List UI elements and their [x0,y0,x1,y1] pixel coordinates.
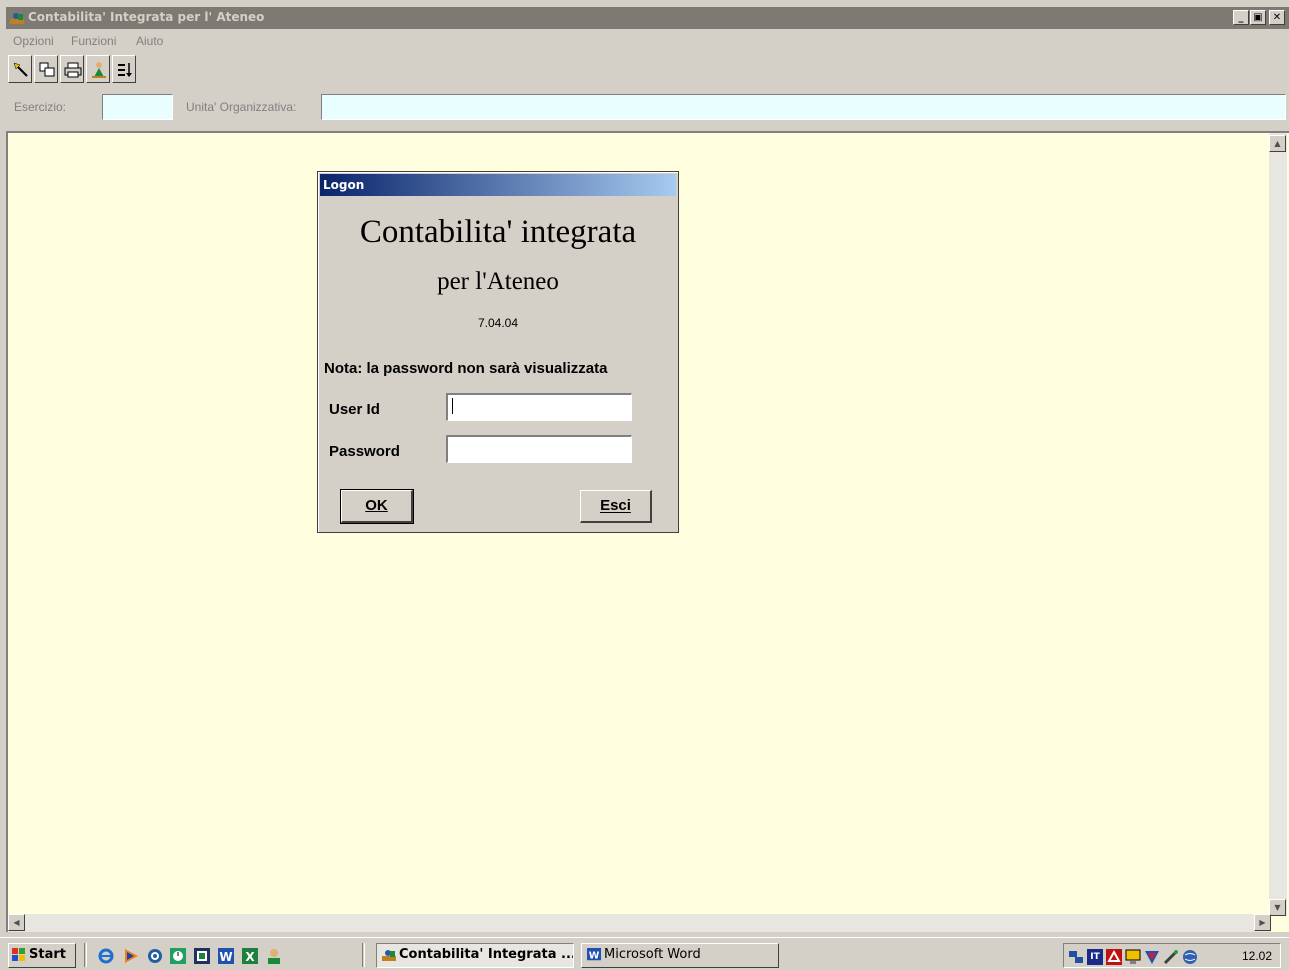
system-tray: IT 12.02 [1063,943,1281,968]
task-label: Contabilita' Integrata ... [399,947,574,962]
esercizio-input[interactable] [102,94,173,120]
app-icon [10,13,24,24]
user-wizard-icon [92,62,106,78]
vertical-scrollbar[interactable]: ▲ ▼ [1269,133,1287,916]
title-bar[interactable]: Contabilita' Integrata per l' Ateneo _ ▣… [6,7,1289,29]
antivirus-icon[interactable] [1144,949,1160,965]
app-icon[interactable] [194,948,210,964]
close-icon: ✕ [1272,12,1282,23]
toolbar-button-pointer[interactable] [8,55,32,83]
svg-text:W: W [589,951,600,962]
minimize-icon: _ [1238,12,1244,23]
ok-button-label: OK [365,497,388,514]
clock[interactable]: 12.02 [1242,949,1272,963]
task-label: Microsoft Word [604,947,701,962]
menu-aiuto[interactable]: Aiuto [136,34,163,48]
network-icon[interactable] [1068,949,1084,965]
word-icon[interactable]: W [218,948,234,964]
toolbar-button-wizard[interactable] [86,55,110,83]
language-it-icon[interactable]: IT [1087,949,1103,965]
toolbar-button-print[interactable] [60,55,84,83]
app-icon [382,950,396,961]
task-button-contabilita[interactable]: Contabilita' Integrata ... [376,943,574,968]
excel-icon[interactable]: X [242,948,258,964]
scroll-down-icon[interactable]: ▼ [1269,899,1286,916]
exit-button[interactable]: Esci [580,490,652,523]
horizontal-scrollbar[interactable]: ◀ ▶ [8,914,1271,932]
taskbar: Start W X Contabilita' Integrata ... W M… [0,937,1289,970]
taskbar-separator [362,943,365,967]
clock-icon[interactable] [170,948,186,964]
tools-icon[interactable] [1163,949,1179,965]
windows-flag-icon [12,948,25,961]
svg-text:X: X [245,950,255,964]
globe-icon[interactable] [1182,949,1198,965]
unita-organizzativa-input[interactable] [321,94,1286,120]
password-input[interactable] [446,435,632,463]
sort-icon [118,63,132,77]
toolbar-button-sort[interactable] [112,55,136,83]
logon-dialog: Logon Contabilita' integrata per l'Atene… [317,171,679,533]
scroll-left-icon[interactable]: ◀ [8,914,25,931]
acrobat-icon[interactable] [1106,949,1122,965]
scroll-up-icon[interactable]: ▲ [1269,135,1286,152]
window-title: Contabilita' Integrata per l' Ateneo [28,10,265,24]
ok-button[interactable]: OK [340,489,414,524]
word-icon: W [587,948,601,962]
main-window: Contabilita' Integrata per l' Ateneo _ ▣… [6,7,1289,932]
exit-button-label: Esci [600,497,631,514]
unita-label: Unita' Organizzativa: [186,100,297,114]
maximize-button[interactable]: ▣ [1250,10,1266,25]
app-name-heading: Contabilita' integrata [359,214,637,250]
start-label: Start [29,947,66,962]
logon-dialog-title[interactable]: Logon [320,174,676,196]
media-player-icon[interactable] [123,948,139,964]
password-note: Nota: la password non sarà visualizzata [324,360,608,377]
print-icon [64,62,82,78]
taskbar-separator [84,943,87,967]
pointer-icon [13,62,28,77]
restore-icon: ▣ [1253,12,1263,23]
user-icon[interactable] [266,948,282,964]
monitor-icon[interactable] [1125,949,1141,965]
filter-bar: Esercizio: Unita' Organizzativa: [6,91,1289,131]
mdi-client-area: ▲ ▼ ◀ ▶ Logon Contabilita' integrata per… [6,131,1289,932]
task-button-word[interactable]: W Microsoft Word [581,943,779,968]
minimize-button[interactable]: _ [1233,10,1249,25]
menu-funzioni[interactable]: Funzioni [71,34,116,48]
close-button[interactable]: ✕ [1269,10,1285,25]
menu-opzioni[interactable]: Opzioni [13,34,54,48]
password-label: Password [329,443,400,460]
copy-windows-icon [39,62,55,77]
menu-bar: Opzioni Funzioni Aiuto [6,30,1289,50]
userid-label: User Id [329,401,380,418]
text-caret [452,398,453,414]
outlook-icon[interactable] [147,948,163,964]
userid-input[interactable] [446,393,632,421]
version-label: 7.04.04 [477,316,519,330]
scroll-right-icon[interactable]: ▶ [1254,914,1271,931]
app-subtitle: per l'Ateneo [437,268,559,295]
svg-text:W: W [219,950,232,964]
start-button[interactable]: Start [8,943,76,968]
ie-icon[interactable] [98,948,114,964]
toolbar-button-windows[interactable] [34,55,58,83]
esercizio-label: Esercizio: [14,100,67,114]
